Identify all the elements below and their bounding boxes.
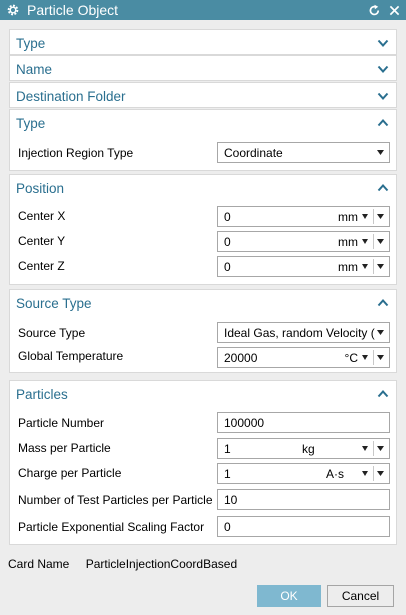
dropdown-arrow-icon[interactable] — [377, 239, 384, 244]
global-temperature-unit[interactable]: °C — [345, 351, 358, 365]
injection-region-type-select[interactable]: Coordinate — [217, 142, 390, 163]
unit-dropdown-icon[interactable] — [362, 446, 368, 451]
dropdown-arrow-icon — [377, 150, 384, 155]
section-position: Position Center X 0 mm Center Y 0 mm Cen… — [9, 174, 397, 285]
window-title: Particle Object — [27, 2, 119, 18]
chevron-up-icon[interactable] — [377, 297, 389, 309]
dropdown-arrow-icon[interactable] — [377, 214, 384, 219]
unit-dropdown-icon[interactable] — [362, 355, 368, 360]
field-separator — [373, 466, 374, 481]
center-y-value: 0 — [224, 234, 231, 249]
chevron-up-icon[interactable] — [377, 117, 389, 129]
dropdown-arrow-icon — [377, 330, 384, 335]
section-source-type: Source Type Source Type Ideal Gas, rando… — [9, 289, 397, 373]
ok-button[interactable]: OK — [257, 585, 321, 607]
gear-icon[interactable] — [6, 3, 20, 17]
title-bar: Particle Object — [0, 0, 406, 20]
global-temperature-value: 20000 — [224, 350, 258, 365]
dropdown-arrow-icon[interactable] — [377, 264, 384, 269]
unit-dropdown-icon[interactable] — [362, 214, 368, 219]
mass-per-particle-value: 1 — [224, 441, 231, 456]
source-type-label: Source Type — [18, 326, 86, 340]
mass-per-particle-unit[interactable]: kg — [302, 442, 315, 456]
unit-dropdown-icon[interactable] — [362, 264, 368, 269]
close-icon[interactable] — [389, 5, 400, 16]
particle-number-label: Particle Number — [18, 416, 105, 430]
test-particles-field[interactable]: 10 — [217, 489, 390, 510]
section-title-destination-folder: Destination Folder — [16, 88, 126, 104]
scaling-factor-field[interactable]: 0 — [217, 516, 390, 537]
card-name: Card Name ParticleInjectionCoordBased — [8, 557, 237, 571]
center-y-unit[interactable]: mm — [338, 235, 358, 249]
charge-per-particle-field[interactable]: 1 A·s — [217, 463, 390, 484]
global-temperature-label: Global Temperature — [18, 349, 124, 363]
chevron-up-icon[interactable] — [377, 182, 389, 194]
source-type-value: Ideal Gas, random Velocity ( — [224, 325, 375, 340]
center-z-unit[interactable]: mm — [338, 260, 358, 274]
field-separator — [373, 234, 374, 249]
mass-per-particle-label: Mass per Particle — [18, 441, 111, 455]
unit-dropdown-icon[interactable] — [362, 239, 368, 244]
charge-per-particle-unit[interactable]: A·s — [326, 467, 344, 481]
dropdown-arrow-icon[interactable] — [377, 446, 384, 451]
dropdown-arrow-icon[interactable] — [377, 471, 384, 476]
collapsed-section-name[interactable]: Name — [9, 55, 397, 81]
particle-number-value: 100000 — [224, 415, 265, 430]
center-z-value: 0 — [224, 259, 231, 274]
injection-region-type-label: Injection Region Type — [18, 146, 134, 160]
field-separator — [373, 209, 374, 224]
center-x-value: 0 — [224, 209, 231, 224]
test-particles-label: Number of Test Particles per Particle — [18, 493, 213, 507]
center-z-label: Center Z — [18, 259, 65, 273]
section-particles: Particles Particle Number 100000 Mass pe… — [9, 380, 397, 545]
field-separator — [373, 350, 374, 365]
charge-per-particle-value: 1 — [224, 466, 231, 481]
chevron-down-icon[interactable] — [377, 37, 389, 49]
section-title: Position — [16, 180, 65, 196]
section-title-type: Type — [16, 35, 46, 51]
section-title-name: Name — [16, 61, 53, 77]
section-title: Source Type — [16, 295, 92, 311]
center-x-unit[interactable]: mm — [338, 210, 358, 224]
collapsed-section-destination-folder[interactable]: Destination Folder — [9, 82, 397, 108]
section-title: Type — [16, 115, 46, 131]
chevron-down-icon[interactable] — [377, 63, 389, 75]
scaling-factor-label: Particle Exponential Scaling Factor — [18, 520, 205, 534]
center-y-label: Center Y — [18, 234, 66, 248]
reset-icon[interactable] — [368, 4, 381, 17]
chevron-up-icon[interactable] — [377, 388, 389, 400]
chevron-down-icon[interactable] — [377, 90, 389, 102]
injection-region-type-value: Coordinate — [224, 145, 283, 160]
section-type: Type Injection Region Type Coordinate — [9, 109, 397, 171]
test-particles-value: 10 — [224, 492, 238, 507]
center-y-field[interactable]: 0 mm — [217, 231, 390, 252]
center-z-field[interactable]: 0 mm — [217, 256, 390, 277]
global-temperature-field[interactable]: 20000 °C — [217, 347, 390, 368]
unit-dropdown-icon[interactable] — [362, 471, 368, 476]
center-x-field[interactable]: 0 mm — [217, 206, 390, 227]
dropdown-arrow-icon[interactable] — [377, 355, 384, 360]
mass-per-particle-field[interactable]: 1 kg — [217, 438, 390, 459]
section-title: Particles — [16, 386, 68, 402]
particle-number-field[interactable]: 100000 — [217, 412, 390, 433]
card-name-value: ParticleInjectionCoordBased — [85, 557, 238, 571]
center-x-label: Center X — [18, 209, 66, 223]
card-name-label: Card Name — [8, 557, 70, 571]
cancel-button[interactable]: Cancel — [327, 585, 394, 607]
field-separator — [373, 259, 374, 274]
field-separator — [373, 441, 374, 456]
collapsed-section-type[interactable]: Type — [9, 29, 397, 55]
charge-per-particle-label: Charge per Particle — [18, 466, 122, 480]
scaling-factor-value: 0 — [224, 519, 231, 534]
source-type-select[interactable]: Ideal Gas, random Velocity ( — [217, 322, 390, 343]
